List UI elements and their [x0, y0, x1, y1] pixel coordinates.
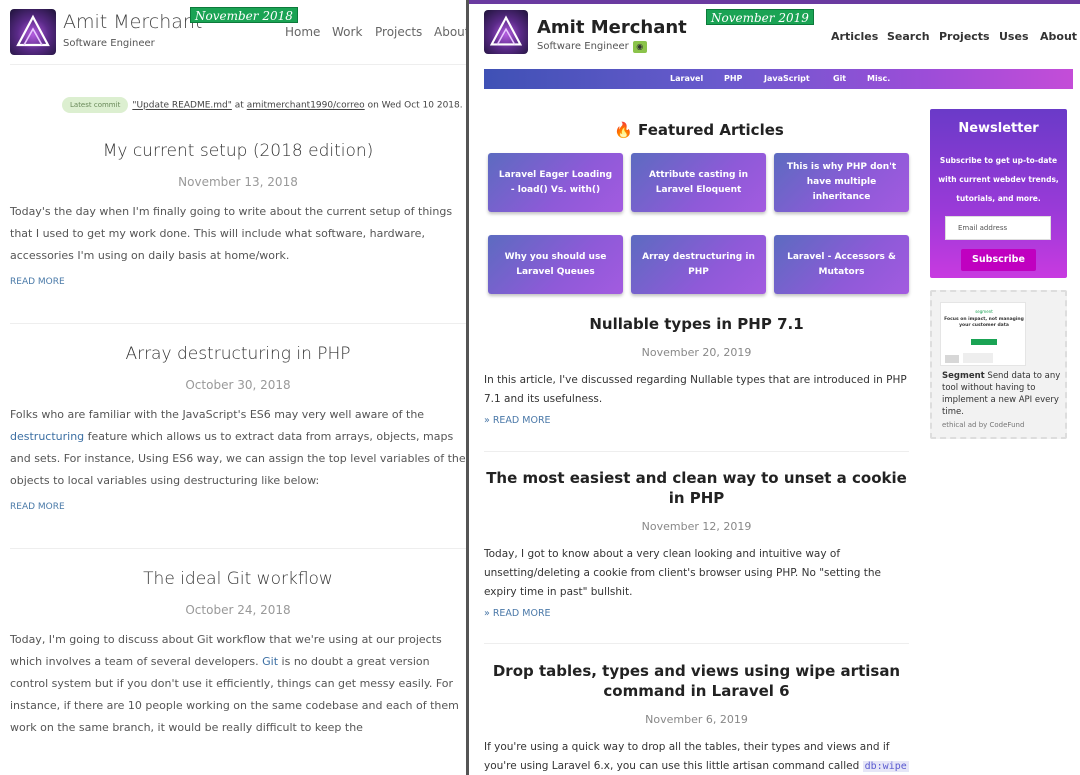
- site-role: Software Engineer ◉: [537, 41, 647, 53]
- nav-home[interactable]: Home: [285, 25, 320, 39]
- featured-card[interactable]: Why you should use Laravel Queues: [488, 235, 623, 294]
- site-logo[interactable]: [484, 10, 528, 54]
- email-field[interactable]: Email address: [945, 216, 1051, 240]
- nav-articles[interactable]: Articles: [831, 30, 878, 43]
- featured-articles-heading: 🔥 Featured Articles: [614, 121, 784, 139]
- post-excerpt: Today, I'm going to discuss about Git wo…: [10, 633, 459, 734]
- nav-about[interactable]: About: [1040, 30, 1077, 43]
- latest-commit: Latest commit "Update README.md" at amitm…: [62, 97, 463, 113]
- ad-image-shape: [963, 353, 993, 363]
- read-more-link[interactable]: » READ MORE: [484, 608, 909, 619]
- post-divider: [10, 548, 466, 549]
- post-item: My current setup (2018 edition) November…: [10, 141, 466, 287]
- nav-uses[interactable]: Uses: [999, 30, 1029, 43]
- post-title[interactable]: The ideal Git workflow: [10, 569, 466, 589]
- read-more-link[interactable]: READ MORE: [10, 277, 466, 287]
- newsletter-box: Newsletter Subscribe to get up-to-date w…: [930, 109, 1067, 278]
- post-item: The ideal Git workflow October 24, 2018 …: [10, 569, 466, 739]
- ad-image-button: [971, 339, 997, 345]
- post-excerpt: Today, I got to know about a very clean …: [484, 548, 882, 598]
- post-item: Drop tables, types and views using wipe …: [484, 661, 909, 775]
- subscribe-button[interactable]: Subscribe: [961, 249, 1036, 271]
- post-title[interactable]: Array destructuring in PHP: [10, 344, 466, 364]
- ad-image-brand: segment: [975, 309, 993, 314]
- post-title[interactable]: The most easiest and clean way to unset …: [484, 468, 909, 508]
- category-git[interactable]: Git: [833, 69, 846, 89]
- featured-card[interactable]: Laravel - Accessors & Mutators: [774, 235, 909, 294]
- category-misc[interactable]: Misc.: [867, 69, 890, 89]
- post-divider: [10, 323, 466, 324]
- post-divider: [484, 643, 909, 644]
- nav-projects[interactable]: Projects: [939, 30, 990, 43]
- commit-at-text: at: [234, 100, 244, 111]
- site-name[interactable]: Amit Merchant: [537, 17, 687, 38]
- nav-work[interactable]: Work: [332, 25, 362, 39]
- post-excerpt: If you're using a quick way to drop all …: [484, 741, 909, 772]
- nav-about[interactable]: About: [434, 25, 466, 39]
- destructuring-link[interactable]: destructuring: [10, 430, 84, 443]
- top-accent-bar: [469, 0, 1080, 4]
- post-date: November 20, 2019: [641, 346, 752, 359]
- post-date: November 6, 2019: [645, 713, 748, 726]
- read-more-link[interactable]: READ MORE: [10, 502, 466, 512]
- db-wipe-code: db:wipe: [862, 761, 909, 772]
- post-excerpt: In this article, I've discussed regardin…: [484, 374, 907, 405]
- featured-card[interactable]: Array destructuring in PHP: [631, 235, 766, 294]
- post-title[interactable]: My current setup (2018 edition): [10, 141, 466, 161]
- site-role: Software Engineer: [63, 38, 155, 49]
- ad-image[interactable]: segment Focus on impact, not managing yo…: [940, 302, 1026, 366]
- post-excerpt: Today's the day when I'm finally going t…: [10, 205, 453, 262]
- commit-message-link[interactable]: "Update README.md": [132, 101, 232, 111]
- post-date: November 13, 2018: [178, 175, 298, 189]
- post-item: The most easiest and clean way to unset …: [484, 468, 909, 619]
- post-item: Array destructuring in PHP October 30, 2…: [10, 344, 466, 512]
- commit-repo-link[interactable]: amitmerchant1990/correo: [247, 101, 365, 111]
- commit-date-text: on Wed Oct 10 2018.: [367, 100, 463, 111]
- category-javascript[interactable]: JavaScript: [764, 69, 810, 89]
- header-divider: [10, 64, 466, 65]
- newsletter-title: Newsletter: [958, 121, 1039, 136]
- ad-attribution[interactable]: ethical ad by CodeFund: [942, 421, 1024, 429]
- sponsored-ad[interactable]: segment Focus on impact, not managing yo…: [930, 290, 1067, 439]
- category-php[interactable]: PHP: [724, 69, 742, 89]
- new-site-pane: Amit Merchant Software Engineer ◉ Novembe…: [469, 0, 1080, 775]
- site-logo[interactable]: [10, 9, 56, 55]
- ad-image-shape: [945, 355, 959, 363]
- category-bar: Laravel PHP JavaScript Git Misc.: [484, 69, 1073, 89]
- featured-card[interactable]: Laravel Eager Loading - load() Vs. with(…: [488, 153, 623, 212]
- post-date: October 30, 2018: [185, 378, 291, 392]
- nav-search[interactable]: Search: [887, 30, 930, 43]
- date-label: November 2019: [706, 9, 814, 25]
- post-date: November 12, 2019: [641, 520, 752, 533]
- ad-text[interactable]: Segment Send data to any tool without ha…: [942, 370, 1062, 418]
- nav-projects[interactable]: Projects: [375, 25, 422, 39]
- latest-commit-badge: Latest commit: [62, 97, 129, 113]
- post-excerpt: Folks who are familiar with the JavaScri…: [10, 408, 466, 487]
- newsletter-description: Subscribe to get up-to-date with current…: [938, 156, 1059, 203]
- featured-card[interactable]: This is why PHP don't have multiple inhe…: [774, 153, 909, 212]
- git-link[interactable]: Git: [262, 655, 278, 668]
- date-label: November 2018: [190, 7, 298, 23]
- category-laravel[interactable]: Laravel: [670, 69, 703, 89]
- site-name[interactable]: Amit Merchant: [63, 11, 202, 33]
- rss-icon[interactable]: ◉: [632, 41, 647, 53]
- post-item: Nullable types in PHP 7.1 November 20, 2…: [484, 314, 909, 426]
- old-site-pane: Amit Merchant Software Engineer November…: [0, 0, 466, 775]
- post-title[interactable]: Nullable types in PHP 7.1: [484, 314, 909, 334]
- post-title[interactable]: Drop tables, types and views using wipe …: [484, 661, 909, 701]
- ad-image-headline: Focus on impact, not managing your custo…: [944, 317, 1024, 328]
- post-date: October 24, 2018: [185, 603, 291, 617]
- post-divider: [484, 451, 909, 452]
- featured-card[interactable]: Attribute casting in Laravel Eloquent: [631, 153, 766, 212]
- read-more-link[interactable]: » READ MORE: [484, 415, 909, 426]
